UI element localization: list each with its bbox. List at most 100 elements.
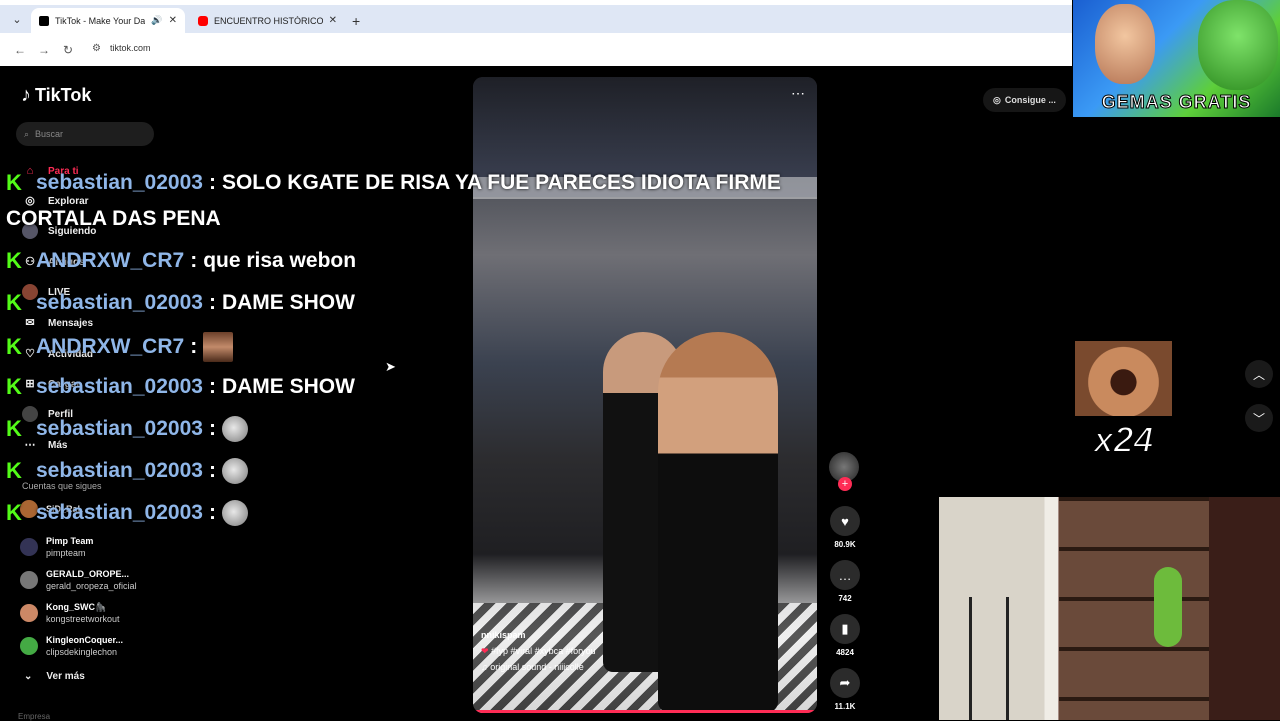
chat-separator: : [208, 459, 216, 482]
follow-plus-icon[interactable]: + [838, 477, 852, 491]
more-options-icon[interactable]: ⋯ [791, 85, 805, 102]
account-item[interactable]: Kong_SWC🦍 kongstreetworkout [20, 601, 120, 625]
chat-text: DAME SHOW [221, 375, 355, 398]
speaker-icon[interactable]: 🔊 [151, 15, 162, 26]
tab-bar: ⌄ TikTok - Make Your Day 🔊 ✕ ENCUENTRO H… [0, 5, 1072, 33]
avatar [20, 604, 38, 622]
laughing-face-emote-icon [203, 332, 234, 362]
tiktok-logo[interactable]: ♪ TikTok [21, 84, 91, 107]
share-count: 11.1K [834, 702, 856, 711]
chat-username: sebastian_02003 [36, 459, 203, 482]
video-caption: nnikispam ❤ #fyp #viral #xybca #foryou ♫… [481, 627, 596, 675]
coin-icon: ◎ [993, 94, 1001, 105]
sidebar-item-mensajes[interactable]: ✉ Mensajes [22, 315, 93, 331]
browser-toolbar: ← → ↻ ⚙ tiktok.com [0, 33, 1072, 66]
kick-icon: K [6, 290, 22, 315]
search-input[interactable]: ⌕ Buscar [16, 122, 154, 146]
site-info-icon[interactable]: ⚙ [92, 43, 101, 54]
account-name: Pimp Team [46, 536, 94, 546]
avatar [20, 637, 38, 655]
get-coins-button[interactable]: ◎ Consigue ... [983, 88, 1066, 112]
chat-separator: : [208, 291, 216, 314]
save-count: 4824 [836, 648, 854, 657]
ad-banner-text: GEMAS GRATIS [1101, 92, 1252, 113]
kick-icon: K [6, 416, 22, 441]
sidebar-item-label: Mensajes [48, 317, 94, 329]
chat-separator: : [190, 249, 198, 272]
logo-text: TikTok [35, 85, 92, 105]
sidebar-item-label: Explorar [48, 195, 89, 207]
laughing-face-image [1075, 341, 1172, 416]
chat-text: que risa webon [203, 249, 357, 272]
previous-video-button[interactable]: ︿ [1245, 360, 1273, 388]
character-face-image [1198, 0, 1278, 90]
account-handle: kongstreetworkout [46, 614, 120, 624]
video-progress-bar[interactable] [473, 710, 817, 713]
tab-search-icon[interactable]: ⌄ [8, 11, 26, 29]
chat-text: SOLO KGATE DE RISA YA FUE PARECES IDIOTA… [221, 171, 781, 194]
close-tab-icon[interactable]: ✕ [329, 15, 337, 26]
video-author[interactable]: nnikispam [481, 627, 596, 643]
chat-separator: : [208, 417, 216, 440]
kick-icon: K [6, 170, 22, 195]
chat-message: K sebastian_02003 : DAME SHOW [6, 374, 355, 400]
account-name: KingleonCoquer... [46, 635, 124, 645]
next-video-button[interactable]: ﹀ [1245, 404, 1273, 432]
video-sound[interactable]: ♫ original sound - niiicolle [481, 659, 596, 675]
tab-tiktok[interactable]: TikTok - Make Your Day 🔊 ✕ [31, 8, 185, 33]
tab-youtube[interactable]: ENCUENTRO HISTÓRICO QUE... ✕ [190, 8, 345, 33]
get-coins-label: Consigue ... [1004, 95, 1056, 105]
chat-separator: : [190, 335, 198, 358]
comment-button[interactable]: … 742 [829, 560, 861, 603]
tab-title: ENCUENTRO HISTÓRICO QUE... [214, 15, 323, 26]
chat-username: ANDRXW_CR7 [36, 335, 185, 358]
heart-icon: ♥ [830, 506, 860, 536]
chat-separator: : [208, 501, 216, 524]
chevron-down-icon: ﹀ [1252, 411, 1265, 426]
messages-icon: ✉ [25, 317, 35, 329]
avatar [20, 538, 38, 556]
see-more-button[interactable]: ⌄ Ver más [24, 671, 85, 682]
chat-message: K sebastian_02003 : [6, 458, 248, 484]
chat-message: K sebastian_02003 : [6, 416, 248, 442]
chat-message: K ANDRXW_CR7 : [6, 332, 234, 362]
chat-username: sebastian_02003 [36, 375, 203, 398]
video-frame-person [658, 332, 778, 712]
account-item[interactable]: GERALD_OROPE... gerald_oropeza_oficial [20, 568, 137, 592]
emote-icon [221, 458, 248, 484]
chat-message: K sebastian_02003 : SOLO KGATE DE RISA Y… [6, 170, 781, 196]
kick-icon: K [6, 374, 22, 399]
chat-message: K sebastian_02003 : DAME SHOW [6, 290, 355, 316]
like-button[interactable]: ♥ 80.9K [829, 506, 861, 549]
save-button[interactable]: ▮ 4824 [829, 614, 861, 657]
video-hashtags[interactable]: #fyp #viral #xybca #foryou [491, 646, 596, 656]
ad-banner: GEMAS GRATIS [1073, 0, 1280, 117]
back-icon[interactable]: ← [12, 42, 28, 58]
kick-icon: K [6, 458, 22, 483]
account-item[interactable]: KingleonCoquer... clipsdekinglechon [20, 634, 123, 658]
tiktok-favicon-icon [39, 15, 49, 26]
chat-separator: : [208, 375, 216, 398]
chat-username: sebastian_02003 [36, 417, 203, 440]
share-button[interactable]: ➦ 11.1K [829, 668, 861, 711]
webcam-tripod [969, 597, 1009, 720]
account-item[interactable]: Pimp Team pimpteam [20, 535, 93, 559]
account-name: GERALD_OROPE... [46, 569, 130, 579]
search-icon: ⌕ [24, 128, 30, 139]
tab-title: TikTok - Make Your Day [55, 15, 146, 26]
webcam-frog-plush [1154, 567, 1182, 647]
chat-separator: : [208, 171, 216, 194]
heart-icon: ❤ [481, 646, 492, 656]
like-count: 80.9K [834, 540, 856, 549]
webcam-bookshelf [1059, 497, 1209, 720]
share-icon: ➦ [830, 668, 860, 698]
new-tab-icon[interactable]: + [352, 13, 360, 29]
mouse-cursor-icon: ➤ [385, 359, 396, 374]
close-tab-icon[interactable]: ✕ [169, 15, 177, 26]
account-handle: clipsdekinglechon [46, 647, 118, 657]
reload-icon[interactable]: ↻ [60, 42, 76, 58]
address-bar[interactable]: tiktok.com [110, 43, 151, 53]
account-handle: pimpteam [46, 548, 86, 558]
youtube-favicon-icon [198, 15, 208, 26]
forward-icon[interactable]: → [36, 42, 52, 58]
